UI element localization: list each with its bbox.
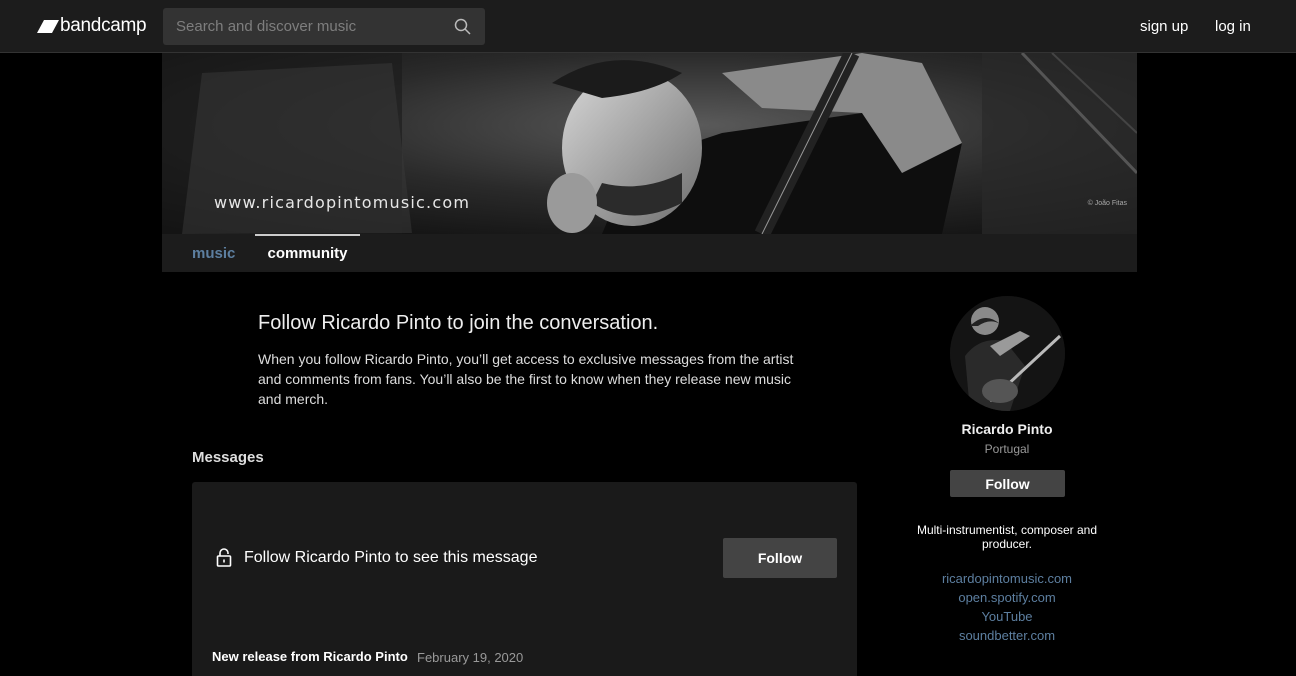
log-in-link[interactable]: log in (1215, 18, 1251, 35)
tab-community[interactable]: community (255, 234, 360, 272)
artist-name[interactable]: Ricardo Pinto (907, 421, 1107, 437)
follow-intro-body: When you follow Ricardo Pinto, you’ll ge… (258, 351, 794, 407)
banner-url-text: www.ricardopintomusic.com (214, 193, 471, 212)
avatar-photo (950, 296, 1065, 411)
artist-location: Portugal (984, 442, 1030, 456)
artist-tabs: music community (162, 234, 1137, 272)
link-spotify[interactable]: open.spotify.com (907, 588, 1107, 607)
message-follow-button[interactable]: Follow (723, 538, 837, 578)
locked-message-card: Follow Ricardo Pinto to see this message… (192, 482, 857, 676)
bandcamp-logo-icon (37, 19, 59, 33)
artist-banner: www.ricardopintomusic.com © João Fitas (162, 53, 1137, 234)
artist-bio: Multi-instrumentist, composer and produc… (916, 523, 1098, 551)
link-website[interactable]: ricardopintomusic.com (907, 569, 1107, 588)
release-message-date: February 19, 2020 (417, 650, 524, 665)
search-icon[interactable] (454, 18, 471, 35)
locked-message-text: Follow Ricardo Pinto to see this message (244, 549, 538, 566)
search-box (163, 8, 485, 45)
link-youtube[interactable]: YouTube (907, 607, 1107, 626)
tab-music[interactable]: music (192, 234, 235, 272)
messages-heading: Messages (192, 449, 264, 466)
banner-credit: © João Fitas (1087, 200, 1127, 207)
release-message-title[interactable]: New release from Ricardo Pinto (212, 649, 408, 664)
sidebar-follow-button[interactable]: Follow (950, 470, 1065, 497)
artist-avatar[interactable] (950, 296, 1065, 411)
bandcamp-logo[interactable]: bandcamp (37, 14, 147, 38)
lock-icon (216, 548, 232, 567)
search-input[interactable] (163, 8, 485, 45)
link-soundbetter[interactable]: soundbetter.com (907, 626, 1107, 645)
follow-intro-title: Follow Ricardo Pinto to join the convers… (258, 312, 659, 334)
artist-links: ricardopintomusic.com open.spotify.com Y… (907, 569, 1107, 645)
top-nav: bandcamp sign up log in (0, 0, 1296, 53)
sign-up-link[interactable]: sign up (1140, 18, 1188, 35)
logo-text: bandcamp (60, 15, 147, 36)
